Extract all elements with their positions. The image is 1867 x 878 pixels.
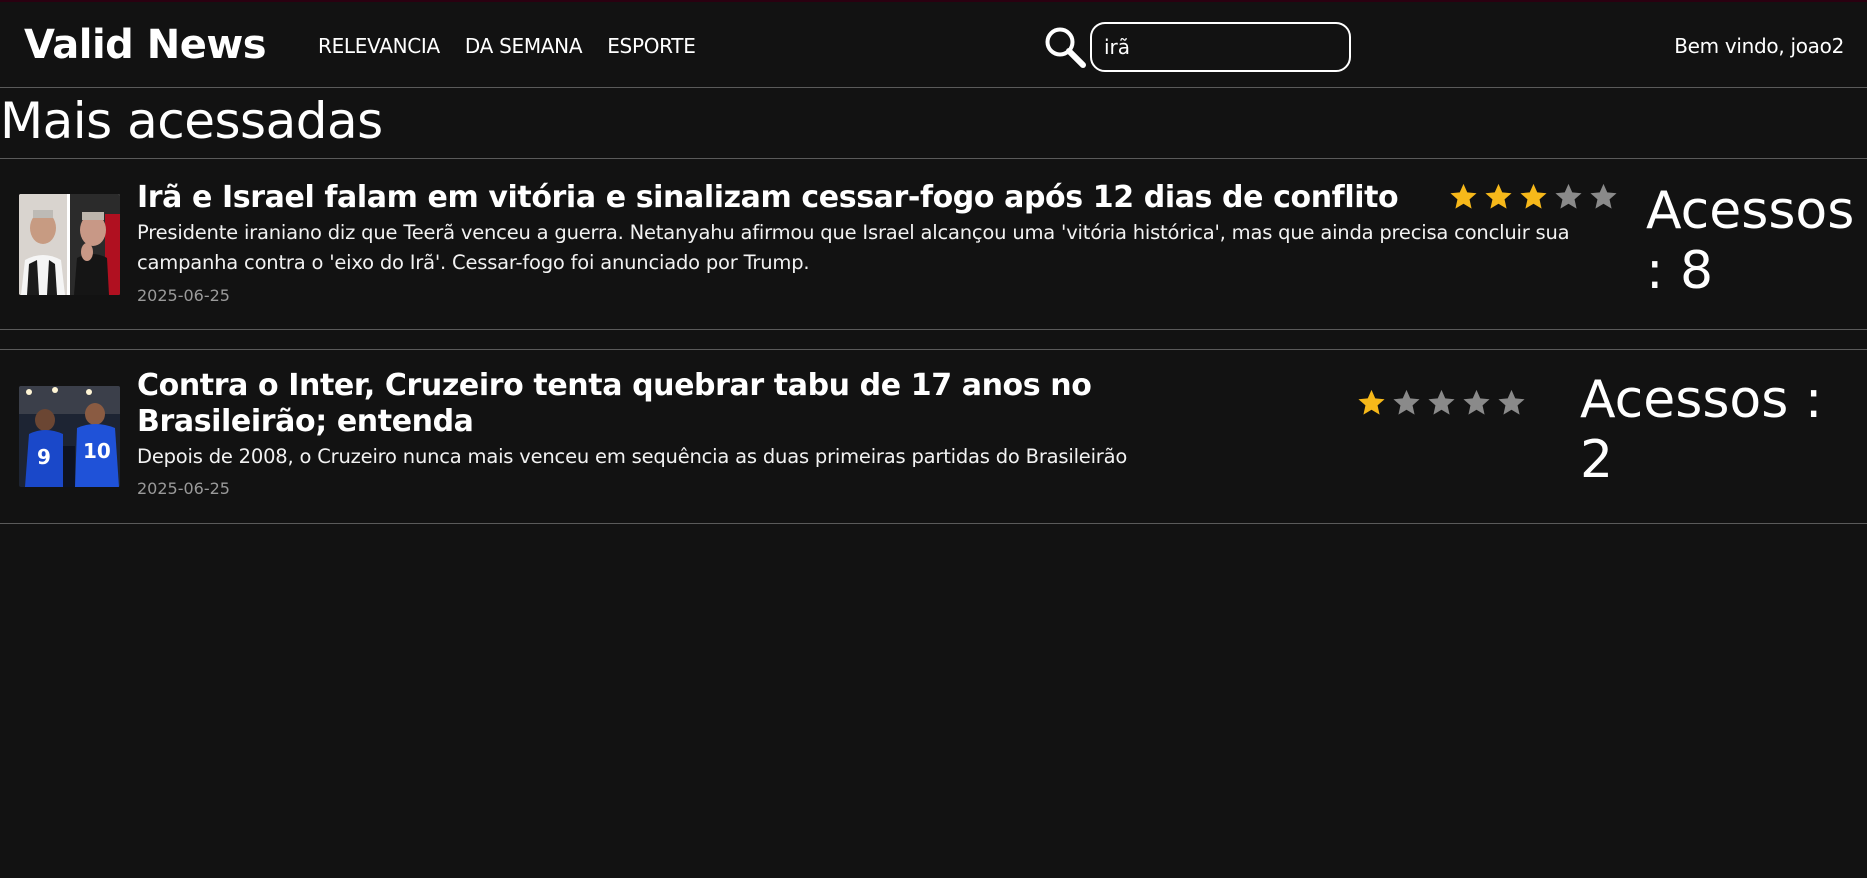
- star-icon[interactable]: [1427, 388, 1456, 417]
- star-rating: [1449, 182, 1618, 211]
- nav-esporte[interactable]: ESPORTE: [607, 34, 696, 58]
- search-input[interactable]: [1090, 22, 1351, 72]
- main-nav: RELEVANCIA DA SEMANA ESPORTE: [318, 34, 696, 58]
- article-thumbnail[interactable]: 9 10: [19, 386, 120, 487]
- article-description: Depois de 2008, o Cruzeiro nunca mais ve…: [137, 445, 1128, 468]
- star-icon[interactable]: [1484, 182, 1513, 211]
- star-icon[interactable]: [1357, 388, 1386, 417]
- access-value: 2: [1580, 430, 1614, 490]
- star-icon[interactable]: [1589, 182, 1618, 211]
- article-description: Presidente iraniano diz que Teerã venceu…: [137, 221, 1570, 274]
- nav-da-semana[interactable]: DA SEMANA: [465, 34, 583, 58]
- star-icon[interactable]: [1462, 388, 1491, 417]
- brand-logo[interactable]: Valid News: [24, 22, 267, 68]
- access-value: : 8: [1646, 241, 1714, 301]
- page-title: Mais acessadas: [0, 92, 383, 150]
- article-title[interactable]: Contra o Inter, Cruzeiro tenta quebrar t…: [137, 368, 1257, 440]
- article-date: 2025-06-25: [137, 286, 230, 305]
- welcome-message: Bem vindo, joao2: [1674, 34, 1844, 58]
- nav-relevancia[interactable]: RELEVANCIA: [318, 34, 440, 58]
- access-label: Acessos :: [1580, 370, 1823, 430]
- article-date: 2025-06-25: [137, 479, 230, 498]
- star-icon[interactable]: [1392, 388, 1421, 417]
- news-card[interactable]: 9 10 Contra o Inter, Cruzeiro tenta queb…: [0, 350, 1867, 523]
- article-thumbnail[interactable]: [19, 194, 120, 295]
- top-navbar: Valid News RELEVANCIA DA SEMANA ESPORTE …: [0, 0, 1867, 88]
- star-icon[interactable]: [1519, 182, 1548, 211]
- svg-text:9: 9: [37, 445, 51, 469]
- divider: [0, 523, 1867, 524]
- svg-text:10: 10: [83, 439, 111, 463]
- news-card[interactable]: Irã e Israel falam em vitória e sinaliza…: [0, 159, 1867, 329]
- access-count: Acessos : 2: [1580, 370, 1822, 490]
- star-icon[interactable]: [1554, 182, 1583, 211]
- access-label: Acessos: [1646, 181, 1855, 241]
- star-rating: [1357, 388, 1526, 417]
- search-icon[interactable]: [1043, 25, 1087, 69]
- star-icon[interactable]: [1497, 388, 1526, 417]
- divider: [0, 329, 1867, 330]
- article-title[interactable]: Irã e Israel falam em vitória e sinaliza…: [137, 180, 1399, 216]
- access-count: Acessos : 8: [1646, 181, 1854, 301]
- star-icon[interactable]: [1449, 182, 1478, 211]
